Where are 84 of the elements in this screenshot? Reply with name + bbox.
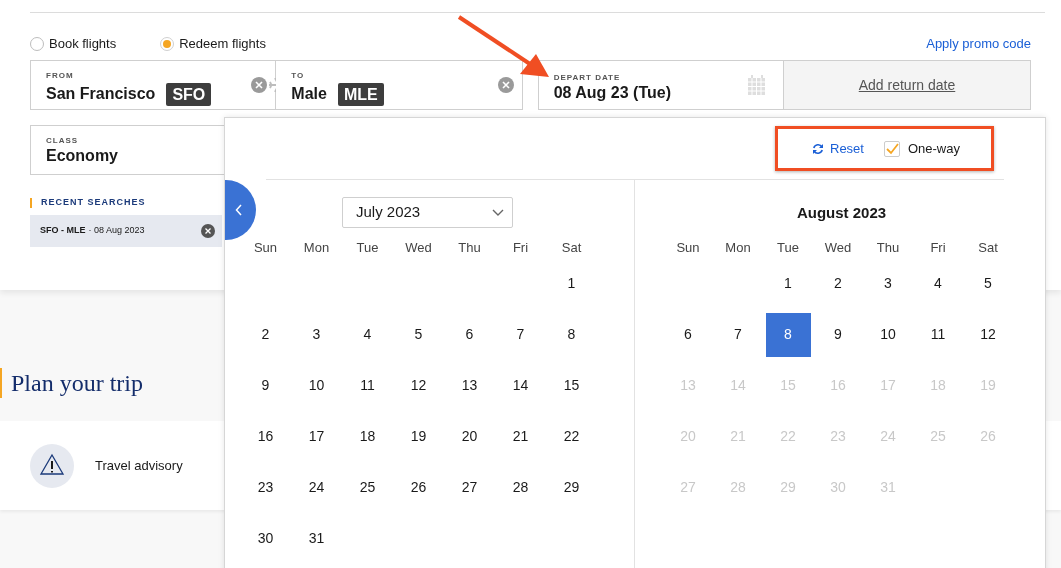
calendar-day[interactable]: 21 <box>498 414 543 459</box>
calendar-day[interactable]: 13 <box>447 363 492 408</box>
calendar-day[interactable]: 8 <box>549 312 594 357</box>
field-label: FROM <box>46 71 75 81</box>
weekday-label: Tue <box>355 239 380 257</box>
promo-code-link[interactable]: Apply promo code <box>926 34 1031 54</box>
radio-option[interactable]: Redeem flights <box>160 34 266 54</box>
calendar-day[interactable]: 9 <box>243 363 288 408</box>
weekday-label: Sat <box>977 239 999 257</box>
calendar-day[interactable]: 12 <box>396 363 441 408</box>
calendar-day[interactable]: 19 <box>396 414 441 459</box>
advisory-link[interactable]: Travel advisory <box>95 455 183 476</box>
month-dropdown[interactable]: July 2023 <box>342 197 513 228</box>
radio-option[interactable]: Book flights <box>30 34 117 54</box>
calendar-day[interactable]: 7 <box>715 312 761 357</box>
date-text: · 08 Aug 2023 <box>88 224 145 238</box>
field-label: TO <box>291 71 306 81</box>
calendar-day[interactable]: 29 <box>549 465 594 510</box>
calendar-day[interactable]: 1 <box>765 261 811 306</box>
weekday-label: Wed <box>823 239 853 257</box>
calendar-day[interactable]: 2 <box>815 261 861 306</box>
calendar-day[interactable]: 11 <box>345 363 390 408</box>
calendar-day[interactable]: 28 <box>498 465 543 510</box>
weekday-label: Sat <box>560 239 583 257</box>
weekday-label: Wed <box>404 239 433 257</box>
calendar-day[interactable]: 5 <box>965 261 1011 306</box>
one-way-checkbox[interactable]: One-way <box>883 138 960 159</box>
calendar-day[interactable]: 8 <box>765 312 811 357</box>
calendar-day[interactable]: 22 <box>549 414 594 459</box>
calendar-day[interactable]: 7 <box>498 312 543 357</box>
weekday-label: Thu <box>875 239 901 257</box>
field-label: DEPART DATE <box>553 73 622 83</box>
calendar-day[interactable]: 14 <box>498 363 543 408</box>
calendar-day[interactable]: 25 <box>345 465 390 510</box>
calendar-day[interactable]: 2 <box>243 312 288 357</box>
calendar-day[interactable]: 15 <box>549 363 594 408</box>
airport-field[interactable]: TO Male MLE <box>276 60 523 110</box>
calendar-day[interactable]: 12 <box>965 312 1011 357</box>
calendar-day[interactable]: 3 <box>865 261 911 306</box>
airport-field[interactable]: FROM San Francisco SFO <box>30 60 277 110</box>
calendar-day[interactable]: 4 <box>915 261 961 306</box>
calendar-day[interactable]: 6 <box>447 312 492 357</box>
route-text: SFO - MLE <box>40 224 86 238</box>
city-name: Male <box>291 84 327 104</box>
weekday-label: Fri <box>511 239 530 257</box>
calendar-day[interactable]: 1 <box>549 261 594 306</box>
class-value: Economy <box>46 146 119 166</box>
calendar-day[interactable]: 24 <box>294 465 339 510</box>
calendar-day[interactable]: 16 <box>243 414 288 459</box>
section-heading: Plan your trip <box>11 369 143 398</box>
field-label: CLASS <box>46 136 80 146</box>
date-field[interactable]: DEPART DATE 08 Aug 23 (Tue) <box>537 60 784 110</box>
calendar-day[interactable]: 27 <box>447 465 492 510</box>
airport-code: MLE <box>337 82 384 106</box>
calendar-day[interactable]: 10 <box>294 363 339 408</box>
recent-searches-heading: RECENT SEARCHES <box>41 196 146 210</box>
calendar-day[interactable]: 23 <box>243 465 288 510</box>
calendar-day[interactable]: 20 <box>447 414 492 459</box>
city-name: San Francisco <box>46 84 156 104</box>
calendar-day[interactable]: 9 <box>815 312 861 357</box>
weekday-label: Mon <box>724 239 752 257</box>
weekday-label: Sun <box>252 239 279 257</box>
airport-code: SFO <box>166 82 212 106</box>
calendar-day[interactable]: 11 <box>915 312 961 357</box>
reset-button[interactable]: Reset <box>812 138 864 159</box>
date-value: 08 Aug 23 (Tue) <box>553 83 671 102</box>
calendar-day[interactable]: 31 <box>294 516 339 561</box>
calendar-day[interactable]: 4 <box>345 312 390 357</box>
month-title: August 2023 <box>795 203 888 223</box>
weekday-label: Sun <box>675 239 701 257</box>
weekday-label: Thu <box>457 239 482 257</box>
weekday-label: Mon <box>302 239 331 257</box>
calendar-day[interactable]: 5 <box>396 312 441 357</box>
add-return-date-link[interactable]: Add return date <box>858 74 956 96</box>
weekday-label: Fri <box>929 239 947 257</box>
calendar-day[interactable]: 3 <box>294 312 339 357</box>
calendar-day[interactable]: 26 <box>396 465 441 510</box>
weekday-label: Tue <box>776 239 800 257</box>
calendar-day[interactable]: 18 <box>345 414 390 459</box>
calendar-day[interactable]: 30 <box>243 516 288 561</box>
calendar-day[interactable]: 6 <box>665 312 711 357</box>
recent-search-item[interactable]: SFO - MLE · 08 Aug 2023 <box>30 215 222 247</box>
calendar-day[interactable]: 17 <box>294 414 339 459</box>
calendar-day[interactable]: 10 <box>865 312 911 357</box>
